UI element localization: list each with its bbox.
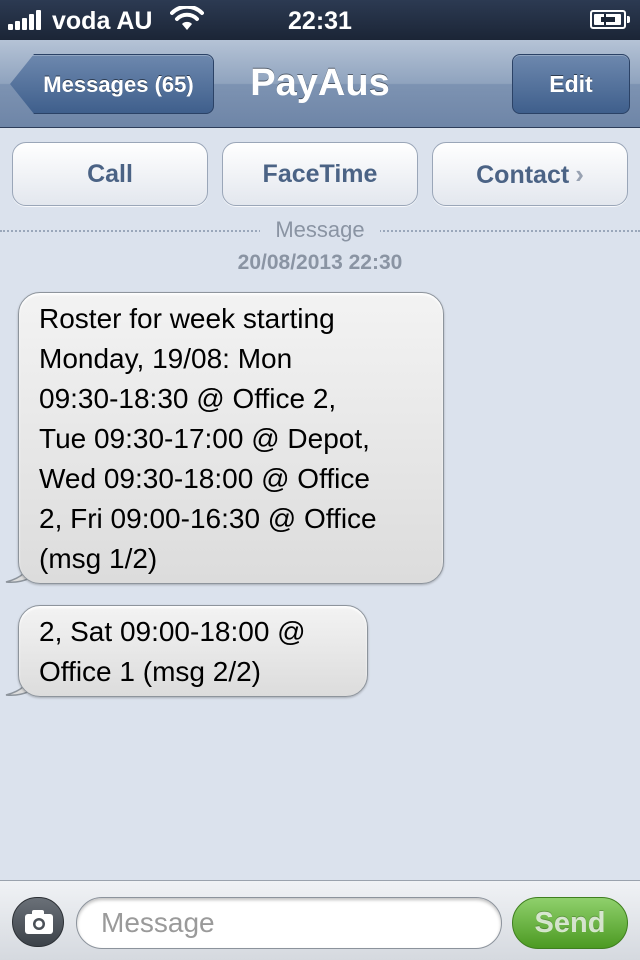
camera-button[interactable] bbox=[12, 897, 64, 947]
send-button[interactable]: Send bbox=[512, 897, 628, 949]
status-bar: voda AU 22:31 bbox=[0, 0, 640, 40]
chevron-right-icon: › bbox=[575, 159, 584, 189]
status-clock: 22:31 bbox=[288, 7, 352, 35]
contact-actions: Call FaceTime Contact › bbox=[12, 142, 628, 206]
camera-icon bbox=[25, 910, 53, 934]
message-input[interactable] bbox=[76, 897, 502, 949]
contact-button[interactable]: Contact › bbox=[432, 142, 628, 206]
call-button[interactable]: Call bbox=[12, 142, 208, 206]
message-timestamp: 20/08/2013 22:30 bbox=[237, 251, 403, 274]
message-bubble[interactable]: 2, Sat 09:00-18:00 @ Office 1 (msg 2/2) bbox=[18, 605, 368, 697]
contact-button-label: Contact bbox=[476, 161, 570, 189]
back-button[interactable]: Messages (65) bbox=[10, 54, 214, 114]
message-line: Tue 09:30-17:00 @ Depot, bbox=[39, 423, 370, 454]
message-line: Wed 09:30-18:00 @ Office bbox=[39, 463, 370, 494]
navigation-bar: Messages (65) PayAus Edit bbox=[0, 40, 640, 128]
conversation-title: PayAus bbox=[250, 62, 390, 104]
edit-button[interactable]: Edit bbox=[512, 54, 630, 114]
message-line: Monday, 19/08: Mon bbox=[39, 343, 293, 374]
message-line: 2, Fri 09:00-16:30 @ Office bbox=[39, 503, 377, 534]
charging-plug-icon bbox=[601, 14, 615, 25]
message-line: Office 1 (msg 2/2) bbox=[39, 656, 262, 687]
message-bubble[interactable]: Roster for week starting Monday, 19/08: … bbox=[18, 292, 444, 584]
back-button-label: Messages (65) bbox=[43, 72, 194, 97]
battery-icon bbox=[590, 10, 630, 29]
message-line: (msg 1/2) bbox=[39, 543, 158, 574]
facetime-button[interactable]: FaceTime bbox=[222, 142, 418, 206]
divider-label: Message bbox=[260, 217, 380, 243]
message-line: Roster for week starting bbox=[39, 303, 335, 334]
compose-bar: Send bbox=[0, 880, 640, 960]
message-line: 09:30-18:30 @ Office 2, bbox=[39, 383, 337, 414]
message-line: 2, Sat 09:00-18:00 @ bbox=[39, 616, 306, 647]
